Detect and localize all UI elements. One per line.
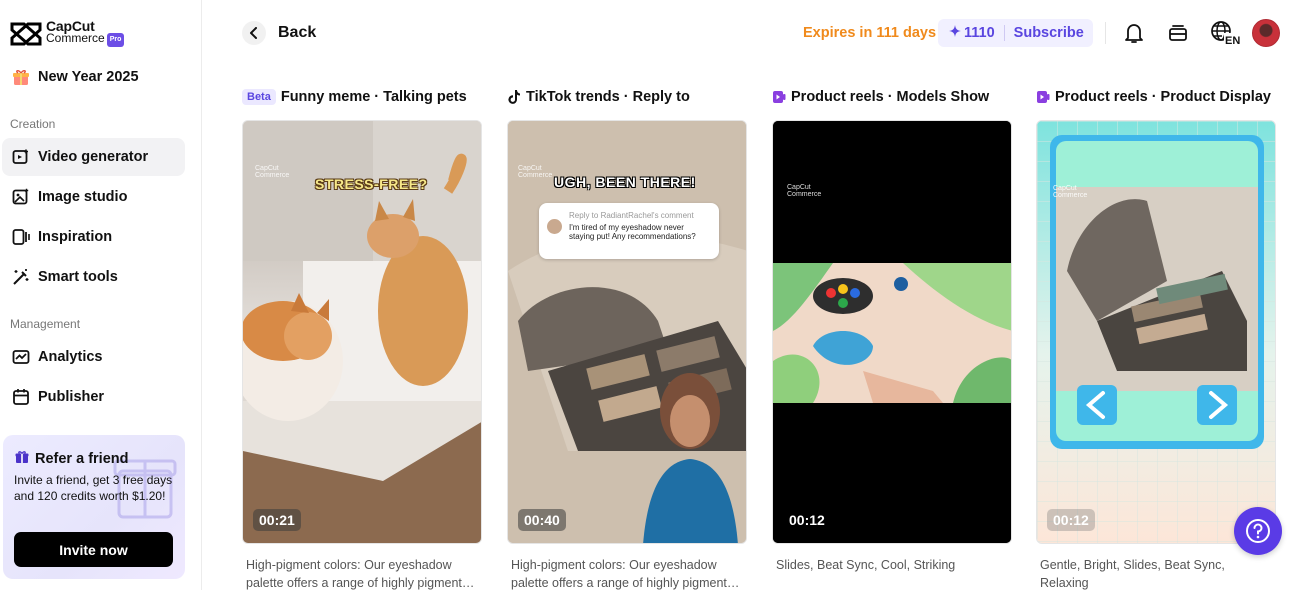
video-thumbnail[interactable]: CapCut Commerce STRESS-FREE? 00:21 xyxy=(242,120,482,544)
template-card[interactable]: Product reels · Models Show CapCut Commer… xyxy=(772,87,1013,572)
sidebar-item-smart-tools[interactable]: Smart tools xyxy=(2,258,185,296)
avatar[interactable] xyxy=(1252,19,1280,47)
reply-to-label: Reply to RadiantRachel's comment xyxy=(569,211,694,220)
product-reels-icon xyxy=(1036,89,1050,105)
video-caption: UGH, BEEN THERE! xyxy=(554,174,696,190)
expiry-notice[interactable]: Expires in 111 days xyxy=(803,25,936,41)
reply-comment-bubble: Reply to RadiantRachel's comment I'm tir… xyxy=(539,203,719,259)
sidebar-item-image-studio[interactable]: Image studio xyxy=(2,178,185,216)
watermark: CapCut Commerce xyxy=(787,184,822,198)
card-description: High-pigment colors: Our eyeshadow palet… xyxy=(511,558,740,590)
watermark: CapCut Commerce xyxy=(1053,185,1088,199)
refer-title: Refer a friend xyxy=(35,451,129,467)
pro-badge: Pro xyxy=(106,33,125,47)
gift-icon xyxy=(15,450,29,468)
duration-badge: 00:12 xyxy=(789,512,825,528)
template-card[interactable]: TikTok trends · Reply to CapCut Commerce … xyxy=(507,87,748,590)
card-title: Product reels · Product Display xyxy=(1055,89,1271,105)
watermark: CapCut Commerce xyxy=(518,165,553,179)
refer-description: Invite a friend, get 3 free days and 120… xyxy=(14,473,173,503)
inspiration-icon xyxy=(12,228,30,246)
help-button[interactable] xyxy=(1234,507,1282,555)
chart-icon xyxy=(12,348,30,366)
inbox-icon[interactable] xyxy=(1165,20,1191,46)
language-code: EN xyxy=(1225,35,1240,46)
sidebar-item-label: Video generator xyxy=(38,149,149,165)
sidebar-item-label: Publisher xyxy=(38,389,105,405)
sidebar-item-label: Analytics xyxy=(38,349,103,365)
bell-icon[interactable] xyxy=(1121,20,1147,46)
chevron-left-icon xyxy=(242,21,266,45)
capcut-commerce-logo[interactable]: CapCut Commerce Pro xyxy=(10,19,125,47)
duration-badge: 00:12 xyxy=(1047,509,1095,531)
commenter-avatar xyxy=(547,219,562,234)
brand-sub: Commerce xyxy=(46,31,105,45)
gift-icon xyxy=(12,68,30,86)
template-card[interactable]: Product reels · Product Display CapCut C… xyxy=(1036,87,1277,590)
sidebar-item-label: Inspiration xyxy=(38,229,113,245)
card-title: TikTok trends · Reply to xyxy=(526,89,690,105)
calendar-icon xyxy=(12,388,30,406)
sidebar-item-inspiration[interactable]: Inspiration xyxy=(2,218,185,256)
language-icon[interactable]: EN xyxy=(1209,20,1241,46)
credits-divider xyxy=(1003,25,1005,41)
credits-subscribe-box: 1110 Subscribe xyxy=(938,19,1093,47)
question-icon xyxy=(1246,519,1270,543)
card-description: Slides, Beat Sync, Cool, Striking xyxy=(776,558,956,572)
refer-a-friend-card: Refer a friend Invite a friend, get 3 fr… xyxy=(3,435,185,579)
sidebar-item-label: Smart tools xyxy=(38,269,118,285)
section-management: Management xyxy=(10,317,81,331)
subscribe-button[interactable]: Subscribe xyxy=(1014,25,1084,41)
product-reels-icon xyxy=(772,89,786,105)
card-description: High-pigment colors: Our eyeshadow palet… xyxy=(246,558,475,590)
sidebar-item-analytics[interactable]: Analytics xyxy=(2,338,185,376)
topbar-divider xyxy=(1105,22,1106,44)
back-button[interactable]: Back xyxy=(242,21,316,45)
card-title: Product reels · Models Show xyxy=(791,89,990,105)
image-edit-icon xyxy=(12,188,30,206)
invite-now-button[interactable]: Invite now xyxy=(14,532,173,567)
beta-badge: Beta xyxy=(242,89,276,105)
video-thumbnail[interactable]: CapCut Commerce 00:12 xyxy=(772,120,1012,544)
video-plus-icon xyxy=(12,148,30,166)
magic-wand-icon xyxy=(12,268,30,286)
card-title: Funny meme · Talking pets xyxy=(280,89,467,105)
sidebar-item-video-generator[interactable]: Video generator xyxy=(2,138,185,176)
template-card[interactable]: Beta Funny meme · Talking pets CapCut Com… xyxy=(242,87,483,590)
sparkle-icon xyxy=(949,24,961,42)
video-thumbnail[interactable]: CapCut Commerce UGH, BEEN THERE! Reply to… xyxy=(507,120,747,544)
card-description: Gentle, Bright, Slides, Beat Sync, Relax… xyxy=(1040,558,1225,590)
watermark: CapCut Commerce xyxy=(255,165,290,179)
video-thumbnail[interactable]: CapCut Commerce 00:12 xyxy=(1036,120,1276,544)
sidebar-item-new-year[interactable]: New Year 2025 xyxy=(2,58,185,96)
comment-text: I'm tired of my eyeshadow never staying … xyxy=(569,223,696,241)
duration-badge: 00:21 xyxy=(253,509,301,531)
sidebar-item-publisher[interactable]: Publisher xyxy=(2,378,185,416)
tiktok-icon xyxy=(507,89,521,105)
credits-count: 1110 xyxy=(964,25,995,41)
back-label: Back xyxy=(278,24,317,41)
duration-badge: 00:40 xyxy=(518,509,566,531)
video-caption: STRESS-FREE? xyxy=(315,176,428,192)
section-creation: Creation xyxy=(10,117,56,131)
sidebar-item-label: Image studio xyxy=(38,189,128,205)
capcut-logo-icon xyxy=(10,22,42,45)
sidebar-item-label: New Year 2025 xyxy=(38,69,139,85)
sidebar: CapCut Commerce Pro New Year 2025 Creatio… xyxy=(0,0,202,590)
